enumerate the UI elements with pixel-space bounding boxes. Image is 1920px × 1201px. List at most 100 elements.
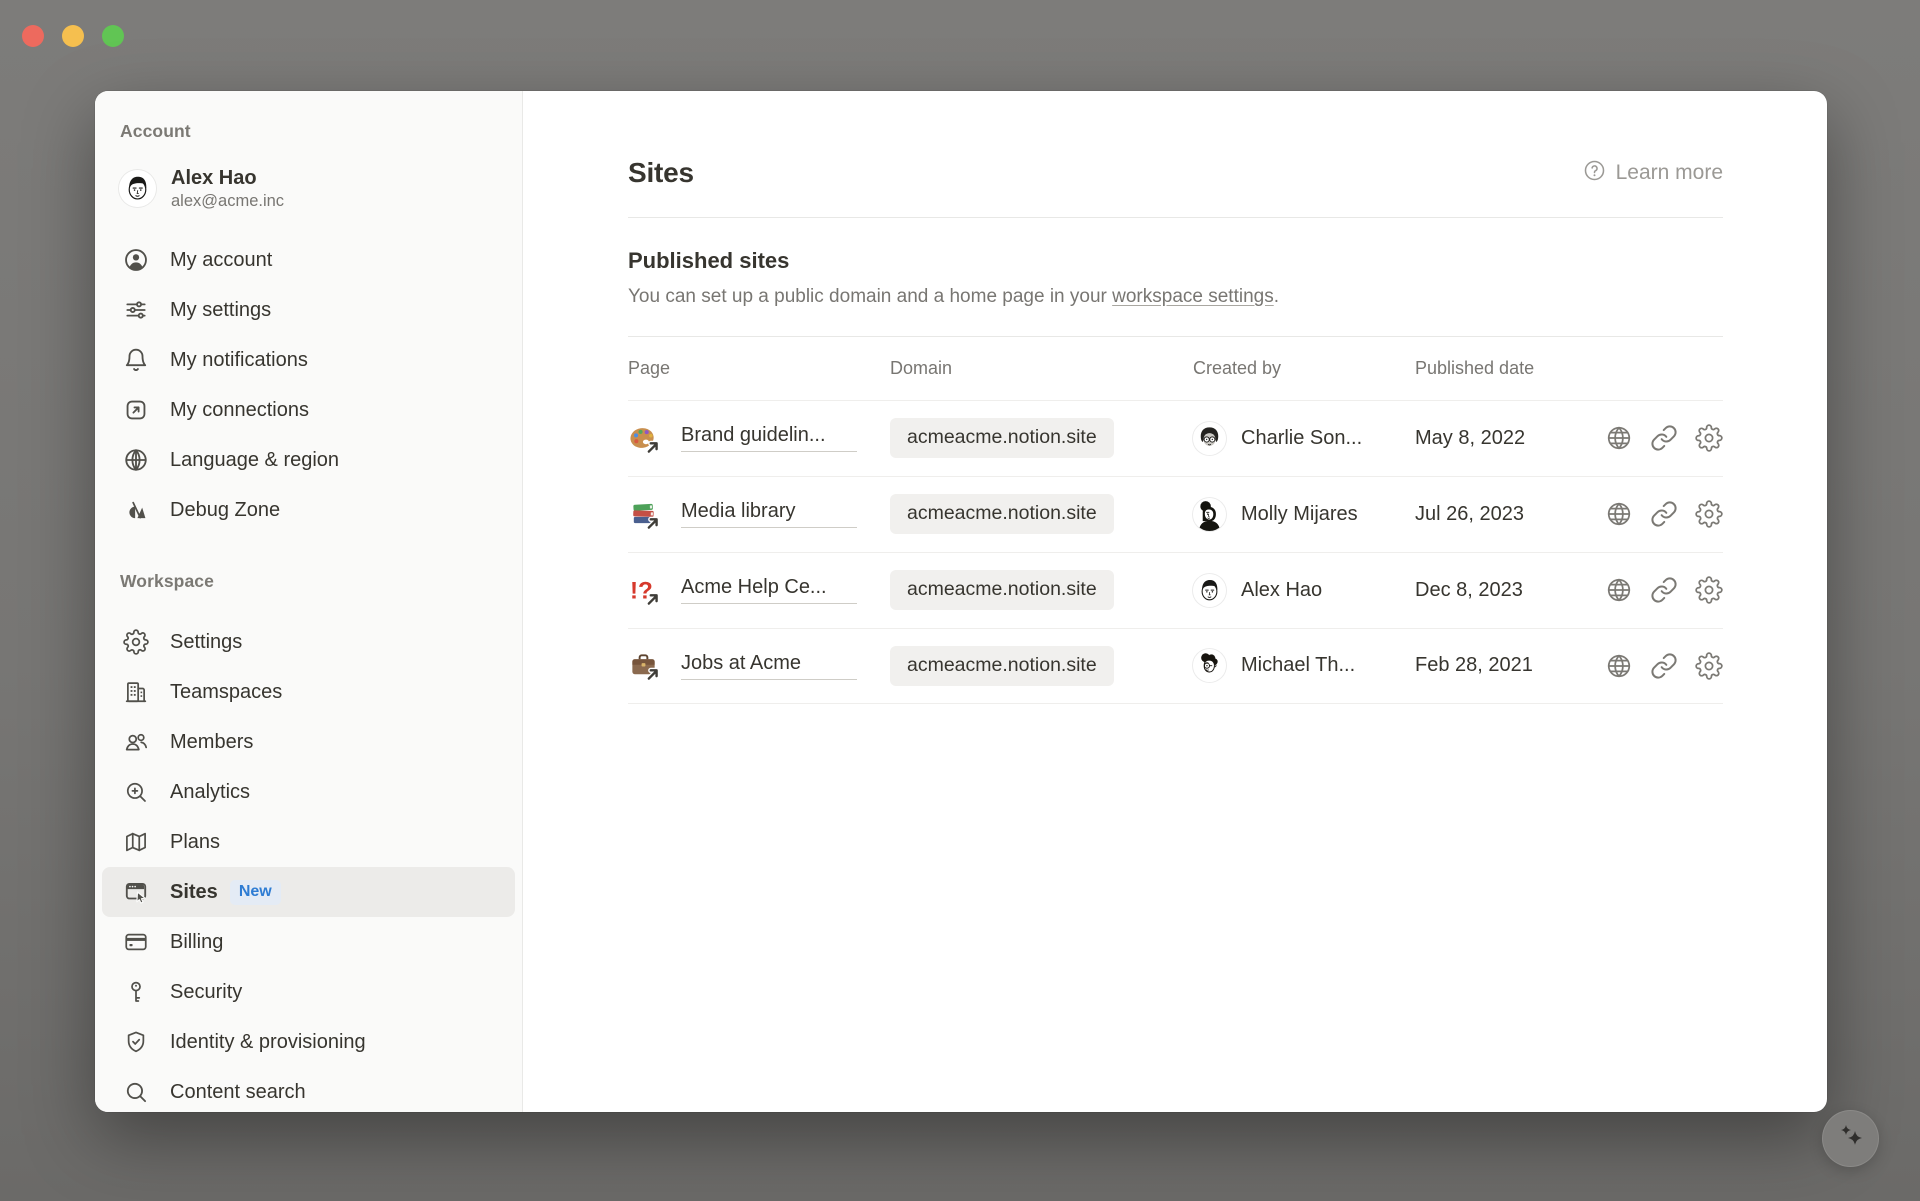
sidebar-item-plans[interactable]: Plans: [102, 817, 515, 867]
gear-icon[interactable]: [1695, 576, 1723, 604]
question-circle-icon: [1583, 159, 1606, 188]
column-header-published-date: Published date: [1415, 358, 1583, 379]
shield-check-icon: [123, 1029, 149, 1055]
settings-sidebar: Account Alex Hao alex@acme.inc: [95, 91, 523, 1112]
creator-name: Michael Th...: [1241, 654, 1355, 677]
globe-icon[interactable]: [1605, 652, 1633, 680]
sidebar-item-sites[interactable]: Sites New: [102, 867, 515, 917]
sidebar-item-label: Analytics: [170, 781, 250, 804]
sites-settings-panel: Sites Learn more Published sites You can…: [523, 91, 1827, 1112]
sidebar-item-analytics[interactable]: Analytics: [102, 767, 515, 817]
sidebar-item-label: Sites: [170, 881, 218, 904]
published-sites-heading: Published sites: [628, 248, 1723, 274]
sidebar-item-label: My account: [170, 249, 272, 272]
people-icon: [123, 729, 149, 755]
sidebar-item-my-settings[interactable]: My settings: [102, 285, 515, 335]
palette-icon: [628, 423, 659, 454]
ai-assistant-button[interactable]: [1822, 1110, 1879, 1167]
sidebar-user[interactable]: Alex Hao alex@acme.inc: [119, 159, 522, 217]
sidebar-item-label: Settings: [170, 631, 242, 654]
globe-icon[interactable]: [1605, 576, 1633, 604]
creator-avatar: [1193, 574, 1226, 607]
link-icon[interactable]: [1650, 500, 1678, 528]
table-row[interactable]: Jobs at Acme acmeacme.notion.site: [628, 628, 1723, 704]
sidebar-item-content-search[interactable]: Content search: [102, 1067, 515, 1112]
sidebar-item-label: Language & region: [170, 449, 339, 472]
arrow-up-right-icon: [649, 443, 657, 451]
description-text: You can set up a public domain and a hom…: [628, 286, 1112, 307]
globe-icon[interactable]: [1605, 424, 1633, 452]
gear-icon[interactable]: [1695, 424, 1723, 452]
table-row[interactable]: Brand guidelin... acmeacme.notion.site: [628, 400, 1723, 476]
account-section-label: Account: [120, 119, 522, 143]
sidebar-item-members[interactable]: Members: [102, 717, 515, 767]
page-link[interactable]: Media library: [681, 500, 857, 528]
sidebar-item-security[interactable]: Security: [102, 967, 515, 1017]
magnifier-plus-icon: [123, 779, 149, 805]
globe-icon: [123, 447, 149, 473]
sidebar-item-label: My connections: [170, 399, 309, 422]
bell-icon: [123, 347, 149, 373]
sidebar-item-label: Identity & provisioning: [170, 1031, 366, 1054]
sidebar-item-label: My settings: [170, 299, 271, 322]
table-row[interactable]: Media library acmeacme.notion.site: [628, 476, 1723, 552]
new-badge: New: [230, 880, 281, 905]
sidebar-item-my-connections[interactable]: My connections: [102, 385, 515, 435]
learn-more-label: Learn more: [1616, 161, 1723, 185]
person-circle-icon: [123, 247, 149, 273]
sidebar-item-label: Teamspaces: [170, 681, 282, 704]
learn-more-link[interactable]: Learn more: [1583, 159, 1723, 188]
link-icon[interactable]: [1650, 424, 1678, 452]
column-header-page: Page: [628, 358, 890, 379]
creator-avatar: [1193, 498, 1226, 531]
domain-pill: acmeacme.notion.site: [890, 418, 1114, 458]
sidebar-item-label: Content search: [170, 1081, 306, 1104]
page-link[interactable]: Brand guidelin...: [681, 424, 857, 452]
arrow-up-right-icon: [649, 519, 657, 527]
domain-pill: acmeacme.notion.site: [890, 646, 1114, 686]
link-icon[interactable]: [1650, 576, 1678, 604]
table-row[interactable]: !? Acme Help Ce... acmeacme.notion.site: [628, 552, 1723, 628]
exclamation-question-icon: !?: [628, 575, 659, 606]
creator-avatar: [1193, 649, 1226, 682]
page-link[interactable]: Jobs at Acme: [681, 652, 857, 680]
sidebar-item-label: Plans: [170, 831, 220, 854]
page-link[interactable]: Acme Help Ce...: [681, 576, 857, 604]
user-name: Alex Hao: [171, 165, 284, 191]
minimize-window-button[interactable]: [62, 25, 84, 47]
globe-icon[interactable]: [1605, 500, 1633, 528]
user-email: alex@acme.inc: [171, 191, 284, 212]
sidebar-item-label: Billing: [170, 931, 223, 954]
sidebar-item-my-notifications[interactable]: My notifications: [102, 335, 515, 385]
creator-avatar: [1193, 422, 1226, 455]
window-controls: [22, 25, 124, 47]
sidebar-item-language-region[interactable]: Language & region: [102, 435, 515, 485]
link-icon[interactable]: [1650, 652, 1678, 680]
sidebar-item-teamspaces[interactable]: Teamspaces: [102, 667, 515, 717]
close-window-button[interactable]: [22, 25, 44, 47]
briefcase-icon: [628, 650, 659, 681]
sidebar-item-label: Security: [170, 981, 242, 1004]
building-icon: [123, 679, 149, 705]
workspace-settings-link[interactable]: workspace settings: [1112, 286, 1274, 307]
domain-pill: acmeacme.notion.site: [890, 570, 1114, 610]
gear-icon[interactable]: [1695, 500, 1723, 528]
sidebar-item-settings[interactable]: Settings: [102, 617, 515, 667]
published-date: Dec 8, 2023: [1415, 579, 1583, 602]
arrow-up-right-icon: [649, 670, 657, 678]
map-icon: [123, 829, 149, 855]
gear-icon[interactable]: [1695, 652, 1723, 680]
sliders-icon: [123, 297, 149, 323]
books-icon: [628, 499, 659, 530]
description-period: .: [1274, 286, 1279, 307]
maximize-window-button[interactable]: [102, 25, 124, 47]
published-date: Feb 28, 2021: [1415, 654, 1583, 677]
sidebar-item-identity-provisioning[interactable]: Identity & provisioning: [102, 1017, 515, 1067]
settings-modal: Account Alex Hao alex@acme.inc: [95, 91, 1827, 1112]
sidebar-item-my-account[interactable]: My account: [102, 235, 515, 285]
sidebar-item-label: My notifications: [170, 349, 308, 372]
sidebar-item-debug-zone[interactable]: Debug Zone: [102, 485, 515, 535]
sidebar-item-billing[interactable]: Billing: [102, 917, 515, 967]
published-date: May 8, 2022: [1415, 427, 1583, 450]
column-header-created-by: Created by: [1193, 358, 1415, 379]
